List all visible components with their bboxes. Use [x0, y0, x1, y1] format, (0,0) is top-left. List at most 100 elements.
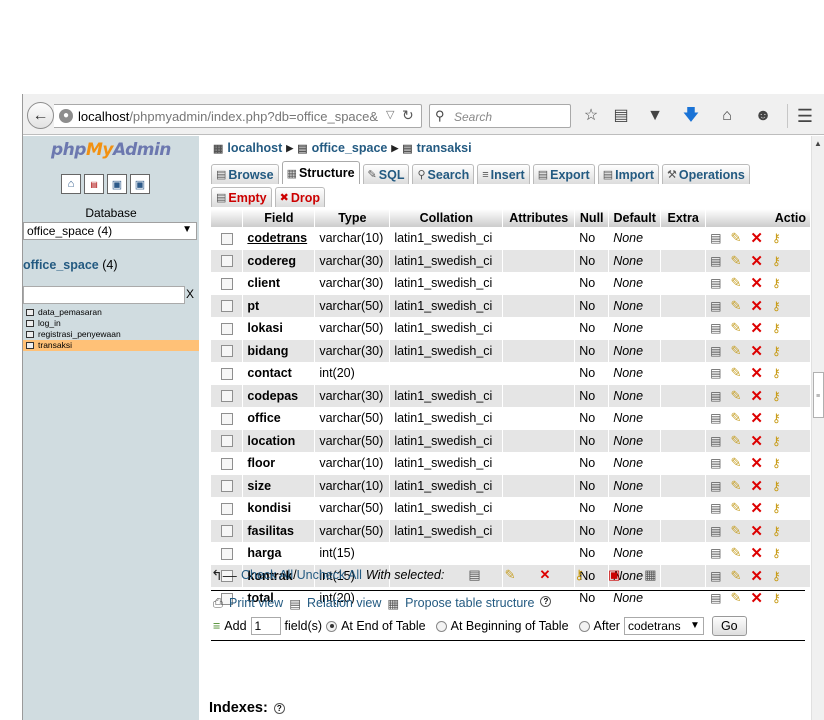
primary-key-icon[interactable]: ⚷ — [772, 366, 781, 380]
drop-x-icon[interactable]: ✕ — [750, 297, 763, 315]
help-icon[interactable]: ? — [540, 596, 552, 607]
home-icon[interactable]: ⌂ — [717, 106, 737, 126]
smiley-icon[interactable]: ☻ — [753, 106, 773, 126]
drop-x-icon[interactable]: ✕ — [750, 589, 763, 607]
row-checkbox[interactable] — [220, 300, 233, 313]
uncheck-all-link[interactable]: Uncheck All — [297, 568, 362, 582]
scroll-up-icon[interactable]: ▲ — [814, 139, 822, 148]
header-type[interactable]: Type — [314, 209, 391, 227]
primary-key-icon[interactable]: ⚷ — [772, 524, 781, 538]
header-default[interactable]: Default — [608, 209, 662, 227]
browse-icon[interactable]: ▤ — [710, 276, 721, 290]
tab-structure[interactable]: ▦ Structure — [281, 161, 360, 184]
drop-x-icon[interactable]: ✕ — [750, 364, 763, 382]
edit-pencil-icon[interactable]: ✎ — [730, 388, 741, 404]
edit-pencil-icon[interactable]: ✎ — [730, 365, 741, 381]
edit-pencil-icon[interactable]: ✎ — [730, 298, 741, 314]
edit-pencil-icon[interactable]: ✎ — [730, 545, 741, 561]
table-list-item[interactable]: log_in — [23, 318, 199, 329]
table-list-item[interactable]: data_pemasaran — [23, 307, 199, 318]
drop-x-icon[interactable]: ✕ — [750, 567, 763, 585]
edit-pencil-icon[interactable]: ✎ — [730, 230, 741, 246]
tab-drop[interactable]: ✖ Drop — [274, 187, 325, 207]
primary-key-icon[interactable]: ⚷ — [772, 591, 781, 605]
browse-icon[interactable]: ▤ — [710, 389, 721, 403]
header-null[interactable]: Null — [574, 209, 610, 227]
edit-pencil-icon[interactable]: ✎ — [730, 320, 741, 336]
breadcrumb-table[interactable]: transaksi — [417, 141, 472, 155]
edit-pencil-icon[interactable]: ✎ — [730, 275, 741, 291]
scrollbar-thumb[interactable]: ≡ — [813, 372, 824, 418]
row-checkbox[interactable] — [220, 277, 233, 290]
bulk-browse-icon[interactable]: ▤ — [468, 567, 480, 583]
after-radio[interactable] — [578, 620, 590, 632]
drop-x-icon[interactable]: ✕ — [750, 432, 763, 450]
drop-x-icon[interactable]: ✕ — [750, 499, 763, 517]
edit-pencil-icon[interactable]: ✎ — [730, 433, 741, 449]
bookmark-star-icon[interactable]: ☆ — [581, 106, 601, 126]
drop-x-icon[interactable]: ✕ — [750, 544, 763, 562]
browse-icon[interactable]: ▤ — [710, 501, 721, 515]
row-checkbox[interactable] — [220, 525, 233, 538]
row-checkbox[interactable] — [220, 547, 233, 560]
tab-export[interactable]: ▤ Export — [532, 164, 595, 184]
primary-key-icon[interactable]: ⚷ — [772, 276, 781, 290]
primary-key-icon[interactable]: ⚷ — [772, 299, 781, 313]
pocket-icon[interactable]: ▼ — [645, 106, 665, 126]
browse-icon[interactable]: ▤ — [710, 231, 721, 245]
menu-icon[interactable]: ☰ — [795, 106, 815, 126]
drop-x-icon[interactable]: ✕ — [750, 274, 763, 292]
database-select[interactable]: office_space (4) ▼ — [23, 222, 197, 240]
browse-icon[interactable]: ▤ — [710, 321, 721, 335]
header-extra[interactable]: Extra — [660, 209, 707, 227]
primary-key-icon[interactable]: ⚷ — [772, 344, 781, 358]
row-checkbox[interactable] — [220, 502, 233, 515]
url-dropdown-icon[interactable]: ▽ — [386, 108, 394, 121]
tab-sql[interactable]: ✎ SQL — [362, 164, 410, 184]
row-checkbox[interactable] — [220, 435, 233, 448]
tab-search[interactable]: ⚲ Search — [412, 164, 475, 184]
bulk-drop-icon[interactable]: ✕ — [540, 567, 551, 583]
relation-view-link[interactable]: Relation view — [307, 596, 381, 611]
edit-pencil-icon[interactable]: ✎ — [730, 568, 741, 584]
row-checkbox[interactable] — [220, 255, 233, 268]
primary-key-icon[interactable]: ⚷ — [772, 411, 781, 425]
back-button[interactable]: ← — [27, 102, 54, 129]
edit-pencil-icon[interactable]: ✎ — [730, 478, 741, 494]
edit-pencil-icon[interactable]: ✎ — [730, 500, 741, 516]
row-checkbox[interactable] — [220, 480, 233, 493]
browse-icon[interactable]: ▤ — [710, 434, 721, 448]
add-count-input[interactable] — [250, 617, 281, 635]
row-checkbox[interactable] — [220, 232, 233, 245]
browse-icon[interactable]: ▤ — [710, 569, 721, 583]
at-end-radio[interactable] — [326, 620, 338, 632]
help-icon[interactable]: ? — [273, 702, 285, 714]
browse-icon[interactable]: ▤ — [710, 344, 721, 358]
drop-x-icon[interactable]: ✕ — [750, 252, 763, 270]
edit-pencil-icon[interactable]: ✎ — [730, 410, 741, 426]
browser-search-input[interactable]: ⚲ Search — [429, 104, 571, 128]
drop-x-icon[interactable]: ✕ — [750, 409, 763, 427]
go-button[interactable]: Go — [711, 616, 747, 636]
edit-pencil-icon[interactable]: ✎ — [730, 455, 741, 471]
home-icon[interactable]: ⌂ — [61, 174, 81, 194]
browse-icon[interactable]: ▤ — [710, 546, 721, 560]
at-beginning-radio[interactable] — [435, 620, 447, 632]
tab-empty[interactable]: ▤ Empty — [211, 187, 272, 207]
row-checkbox[interactable] — [220, 390, 233, 403]
header-collation[interactable]: Collation — [389, 209, 504, 227]
primary-key-icon[interactable]: ⚷ — [772, 569, 781, 583]
primary-key-icon[interactable]: ⚷ — [772, 546, 781, 560]
edit-pencil-icon[interactable]: ✎ — [730, 590, 741, 606]
bulk-index-icon[interactable]: ▦ — [644, 567, 656, 583]
row-checkbox[interactable] — [220, 345, 233, 358]
drop-x-icon[interactable]: ✕ — [750, 387, 763, 405]
drop-x-icon[interactable]: ✕ — [750, 454, 763, 472]
primary-key-icon[interactable]: ⚷ — [772, 254, 781, 268]
check-all-link[interactable]: Check All — [241, 568, 293, 582]
row-checkbox[interactable] — [220, 412, 233, 425]
breadcrumb-database[interactable]: office_space — [312, 141, 388, 155]
primary-key-icon[interactable]: ⚷ — [772, 501, 781, 515]
row-checkbox[interactable] — [220, 322, 233, 335]
primary-key-icon[interactable]: ⚷ — [772, 456, 781, 470]
